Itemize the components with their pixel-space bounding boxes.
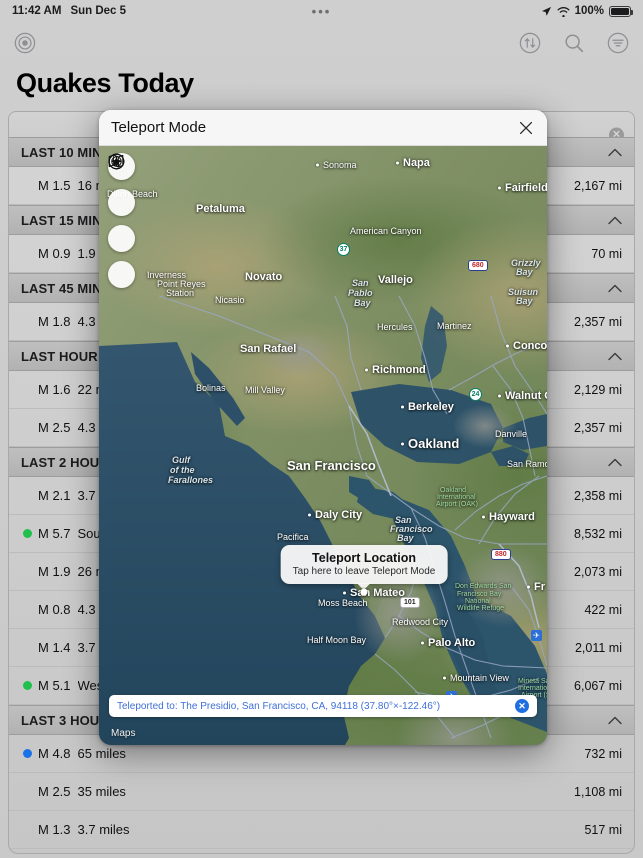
magnitude-dot: [23, 825, 32, 834]
row-distance: 2,011 mi: [574, 640, 622, 655]
maps-attribution: Maps: [111, 728, 136, 739]
magnitude-dot: [23, 681, 32, 690]
magnitude-dot: [23, 491, 32, 500]
row-magnitude: M 1.9: [38, 564, 71, 579]
location-arrow-icon: [541, 6, 551, 16]
favorites-button[interactable]: [108, 153, 135, 252]
highway-shield: 880: [491, 549, 511, 560]
table-row[interactable]: M 1.3 3.7 miles 517 mi: [9, 811, 634, 849]
magnitude-dot: [23, 567, 32, 576]
row-magnitude: M 5.1: [38, 678, 71, 693]
row-place: 3.7 miles: [77, 822, 130, 837]
status-bar-left: 11:42 AM Sun Dec 5: [12, 5, 126, 17]
magnitude-dot: [23, 181, 32, 190]
airport-pin-oak: ✈: [531, 630, 542, 641]
battery-full-icon: [609, 5, 633, 17]
search-icon[interactable]: [563, 32, 585, 54]
status-time: 11:42 AM: [12, 5, 62, 17]
modal-header: Teleport Mode: [99, 110, 547, 146]
highway-shield: 680: [468, 260, 488, 271]
teleport-banner-close-button[interactable]: ✕: [515, 699, 529, 713]
page-title: Quakes Today: [16, 68, 194, 98]
target-icon[interactable]: [14, 32, 36, 54]
row-distance: 2,357 mi: [574, 314, 622, 329]
teleport-banner-text[interactable]: Teleported to: The Presidio, San Francis…: [117, 701, 440, 712]
table-row[interactable]: M 2.5 35 miles 1,108 mi: [9, 773, 634, 811]
modal-title: Teleport Mode: [111, 119, 207, 136]
highway-shield: 24: [469, 388, 482, 401]
magnitude-dot: [23, 385, 32, 394]
row-place: 65 miles: [77, 746, 126, 761]
app-root: 11:42 AM Sun Dec 5 ••• 100% Quakes Today…: [0, 0, 643, 858]
row-distance: 1,108 mi: [574, 784, 622, 799]
teleport-location-callout[interactable]: Teleport Location Tap here to leave Tele…: [280, 545, 448, 584]
more-dots-icon: •••: [311, 3, 332, 19]
chevron-up-icon[interactable]: [608, 455, 622, 470]
row-magnitude: M 5.7: [38, 526, 71, 541]
row-magnitude: M 1.3: [38, 822, 71, 837]
magnitude-dot: [23, 249, 32, 258]
teleport-mode-modal: Teleport Mode Sonoma Napa Fairfield Peta…: [99, 110, 547, 745]
magnitude-dot: [23, 317, 32, 326]
chevron-up-icon[interactable]: [608, 213, 622, 228]
zoom-in-button[interactable]: [108, 153, 135, 288]
chevron-up-icon[interactable]: [608, 713, 622, 728]
magnitude-dot: [23, 643, 32, 652]
chevron-up-icon[interactable]: [608, 349, 622, 364]
close-icon[interactable]: [517, 119, 535, 137]
highway-shield: 37: [337, 243, 350, 256]
map-terrain: [99, 146, 547, 745]
status-date: Sun Dec 5: [70, 5, 127, 17]
callout-title: Teleport Location: [312, 551, 416, 565]
row-magnitude: M 0.8: [38, 602, 71, 617]
magnitude-dot: [23, 423, 32, 432]
filter-icon[interactable]: [607, 32, 629, 54]
chevron-up-icon[interactable]: [608, 145, 622, 160]
row-magnitude: M 1.6: [38, 382, 71, 397]
row-distance: 2,129 mi: [574, 382, 622, 397]
chevron-up-icon[interactable]: [608, 281, 622, 296]
row-distance: 2,167 mi: [574, 178, 622, 193]
map-canvas[interactable]: Sonoma Napa Fairfield Petaluma American Cany…: [99, 146, 547, 745]
magnitude-dot: [23, 787, 32, 796]
row-distance: 732 mi: [584, 746, 622, 761]
row-magnitude: M 1.4: [38, 640, 71, 655]
magnitude-dot: [23, 749, 32, 758]
row-distance: 2,073 mi: [574, 564, 622, 579]
row-magnitude: M 2.5: [38, 420, 71, 435]
row-magnitude: M 0.9: [38, 246, 71, 261]
section-title: LAST HOUR: [21, 348, 98, 364]
row-distance: 517 mi: [584, 822, 622, 837]
plus-icon: [108, 153, 125, 170]
nav-bar-actions: [519, 32, 629, 54]
callout-subtitle: Tap here to leave Teleport Mode: [292, 566, 436, 577]
locate-me-button[interactable]: [108, 153, 135, 216]
magnitude-dot: [23, 529, 32, 538]
magnitude-dot: [23, 605, 32, 614]
teleport-pin-dot: [360, 588, 368, 596]
row-magnitude: M 2.1: [38, 488, 71, 503]
row-distance: 8,532 mi: [574, 526, 622, 541]
wifi-icon: [557, 6, 570, 17]
row-distance: 2,357 mi: [574, 420, 622, 435]
nav-bar: [0, 22, 643, 64]
row-magnitude: M 2.5: [38, 784, 71, 799]
sort-arrows-icon[interactable]: [519, 32, 541, 54]
highway-shield: 101: [400, 597, 420, 608]
row-magnitude: M 4.8: [38, 746, 71, 761]
map-controls: [108, 153, 135, 288]
status-bar-right: 100%: [541, 5, 633, 17]
table-row[interactable]: M 3.243 miles2,050 mi: [9, 849, 634, 853]
teleport-banner: Teleported to: The Presidio, San Francis…: [109, 695, 537, 717]
row-distance: 2,358 mi: [574, 488, 622, 503]
row-place: 35 miles: [77, 784, 126, 799]
row-magnitude: M 1.5: [38, 178, 71, 193]
status-bar: 11:42 AM Sun Dec 5 ••• 100%: [0, 0, 643, 22]
battery-percent: 100%: [574, 5, 604, 17]
row-distance: 422 mi: [584, 602, 622, 617]
row-magnitude: M 1.8: [38, 314, 71, 329]
row-distance: 70 mi: [591, 246, 622, 261]
row-distance: 6,067 mi: [574, 678, 622, 693]
